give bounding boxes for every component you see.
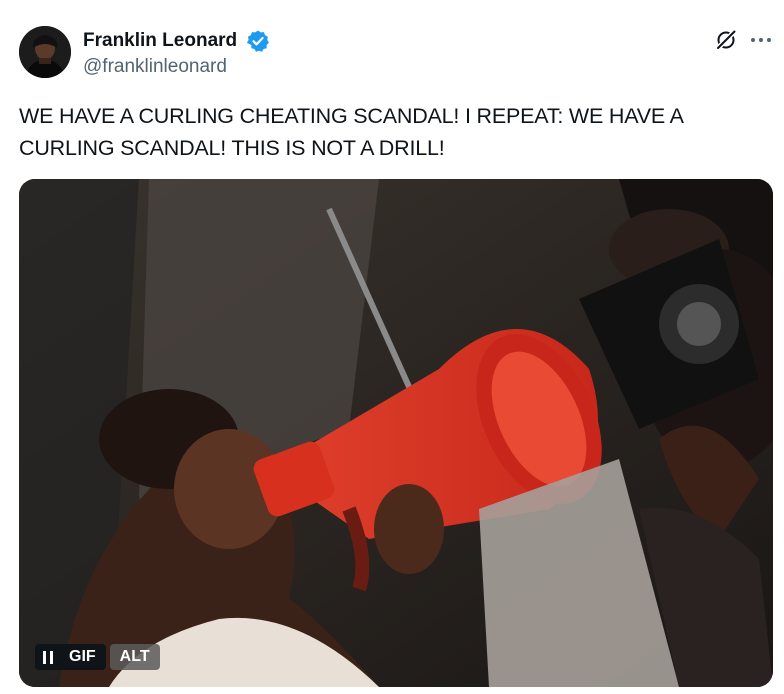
author-name[interactable]: Franklin Leonard xyxy=(83,30,237,52)
verified-badge-icon xyxy=(246,29,270,53)
gif-frame xyxy=(19,179,773,687)
avatar[interactable] xyxy=(19,26,71,78)
gif-media[interactable]: GIF ALT xyxy=(19,179,773,687)
gif-controls: GIF ALT xyxy=(35,643,160,671)
author-handle[interactable]: @franklinleonard xyxy=(83,56,227,78)
grok-icon[interactable] xyxy=(714,28,738,52)
more-icon[interactable] xyxy=(748,28,774,52)
alt-button[interactable]: ALT xyxy=(109,644,160,670)
gif-badge: GIF xyxy=(57,644,106,670)
avatar-image xyxy=(19,26,71,78)
tweet-text: WE HAVE A CURLING CHEATING SCANDAL! I RE… xyxy=(19,104,683,160)
tweet-card: Franklin Leonard @franklinleonard WE HAV… xyxy=(0,0,784,694)
